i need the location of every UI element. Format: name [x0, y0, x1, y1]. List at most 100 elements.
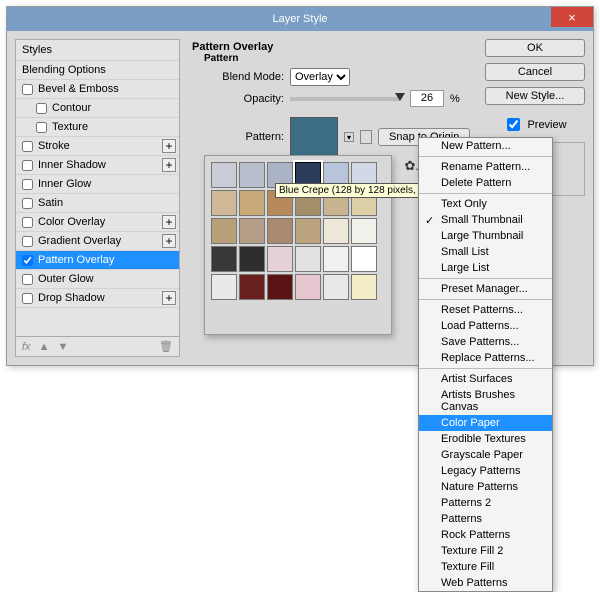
pattern-swatch-item[interactable]: [267, 246, 293, 272]
pattern-swatch-item[interactable]: [239, 246, 265, 272]
pattern-flyout-menu: New Pattern... Rename Pattern...Delete Pa…: [418, 137, 553, 592]
menu-item[interactable]: Save Patterns...: [419, 334, 552, 350]
menu-item[interactable]: Artist Surfaces: [419, 371, 552, 387]
style-checkbox[interactable]: [22, 274, 33, 285]
pattern-swatch[interactable]: [290, 117, 338, 157]
pattern-dropdown-icon[interactable]: ▾: [344, 132, 354, 142]
menu-item[interactable]: Reset Patterns...: [419, 302, 552, 318]
style-row-inner-shadow[interactable]: Inner Shadow+: [16, 156, 179, 175]
menu-item[interactable]: Preset Manager...: [419, 281, 552, 297]
pattern-swatch-item[interactable]: [295, 246, 321, 272]
add-effect-icon[interactable]: +: [162, 139, 176, 153]
pattern-swatch-item[interactable]: [239, 190, 265, 216]
style-checkbox[interactable]: [22, 217, 33, 228]
add-effect-icon[interactable]: +: [162, 291, 176, 305]
style-checkbox[interactable]: [22, 198, 33, 209]
styles-header[interactable]: Styles: [16, 40, 179, 61]
menu-item[interactable]: Nature Patterns: [419, 479, 552, 495]
style-row-contour[interactable]: Contour: [16, 99, 179, 118]
menu-item[interactable]: Artists Brushes Canvas: [419, 387, 552, 415]
pattern-swatch-item[interactable]: [295, 218, 321, 244]
menu-item[interactable]: Patterns: [419, 511, 552, 527]
style-checkbox[interactable]: [22, 141, 33, 152]
new-preset-icon[interactable]: [360, 130, 372, 144]
blending-options[interactable]: Blending Options: [16, 61, 179, 80]
style-checkbox[interactable]: [22, 179, 33, 190]
menu-item[interactable]: Delete Pattern: [419, 175, 552, 191]
arrow-down-icon[interactable]: ▼: [57, 341, 68, 353]
pattern-swatch-item[interactable]: [323, 246, 349, 272]
menu-item[interactable]: Patterns 2: [419, 495, 552, 511]
menu-item[interactable]: Large List: [419, 260, 552, 276]
menu-item[interactable]: Large Thumbnail: [419, 228, 552, 244]
style-checkbox[interactable]: [22, 84, 33, 95]
menu-item[interactable]: Texture Fill 2: [419, 543, 552, 559]
pattern-swatch-item[interactable]: [211, 162, 237, 188]
style-checkbox[interactable]: [22, 160, 33, 171]
trash-icon[interactable]: 🗑: [159, 340, 173, 353]
gear-icon[interactable]: ✿.: [404, 158, 419, 174]
style-row-pattern-overlay[interactable]: Pattern Overlay: [16, 251, 179, 270]
menu-item[interactable]: Erodible Textures: [419, 431, 552, 447]
ok-button[interactable]: OK: [485, 39, 585, 57]
cancel-button[interactable]: Cancel: [485, 63, 585, 81]
menu-item[interactable]: Rock Patterns: [419, 527, 552, 543]
pattern-swatch-item[interactable]: [295, 274, 321, 300]
menu-item[interactable]: Grayscale Paper: [419, 447, 552, 463]
new-style-button[interactable]: New Style...: [485, 87, 585, 105]
menu-item[interactable]: Rename Pattern...: [419, 159, 552, 175]
style-row-drop-shadow[interactable]: Drop Shadow+: [16, 289, 179, 308]
menu-item[interactable]: Load Patterns...: [419, 318, 552, 334]
menu-item[interactable]: Texture Fill: [419, 559, 552, 575]
menu-item[interactable]: Replace Patterns...: [419, 350, 552, 366]
opacity-value[interactable]: 26: [410, 90, 444, 107]
style-row-bevel-emboss[interactable]: Bevel & Emboss: [16, 80, 179, 99]
add-effect-icon[interactable]: +: [162, 215, 176, 229]
pattern-swatch-item[interactable]: [351, 274, 377, 300]
pattern-swatch-item[interactable]: [267, 274, 293, 300]
style-row-gradient-overlay[interactable]: Gradient Overlay+: [16, 232, 179, 251]
style-checkbox[interactable]: [22, 236, 33, 247]
fx-icon[interactable]: fx: [22, 341, 31, 353]
pattern-swatch-item[interactable]: [211, 274, 237, 300]
blend-mode-select[interactable]: Overlay: [290, 68, 350, 86]
style-row-inner-glow[interactable]: Inner Glow: [16, 175, 179, 194]
menu-item[interactable]: Legacy Patterns: [419, 463, 552, 479]
pattern-swatch-item[interactable]: [351, 218, 377, 244]
menu-item[interactable]: Text Only: [419, 196, 552, 212]
style-row-satin[interactable]: Satin: [16, 194, 179, 213]
add-effect-icon[interactable]: +: [162, 234, 176, 248]
menu-item[interactable]: Web Patterns: [419, 575, 552, 591]
style-row-outer-glow[interactable]: Outer Glow: [16, 270, 179, 289]
add-effect-icon[interactable]: +: [162, 158, 176, 172]
pattern-swatch-item[interactable]: [239, 218, 265, 244]
pattern-swatch-item[interactable]: [323, 218, 349, 244]
pattern-swatch-item[interactable]: [323, 274, 349, 300]
preview-checkbox[interactable]: Preview: [485, 115, 585, 134]
pattern-swatch-item[interactable]: [211, 218, 237, 244]
opacity-slider[interactable]: [290, 97, 400, 101]
pattern-swatch-item[interactable]: [267, 218, 293, 244]
menu-item[interactable]: Small Thumbnail✓: [419, 212, 552, 228]
titlebar[interactable]: Layer Style ×: [7, 7, 593, 31]
menu-item[interactable]: New Pattern...: [419, 138, 552, 154]
style-row-color-overlay[interactable]: Color Overlay+: [16, 213, 179, 232]
style-checkbox[interactable]: [36, 103, 47, 114]
menu-item[interactable]: Small List: [419, 244, 552, 260]
pattern-swatch-item[interactable]: [351, 246, 377, 272]
pattern-swatch-item[interactable]: [211, 246, 237, 272]
pattern-swatch-item[interactable]: [211, 190, 237, 216]
close-button[interactable]: ×: [551, 7, 593, 27]
pattern-picker-popup: ✿.: [204, 155, 392, 335]
style-checkbox[interactable]: [22, 293, 33, 304]
style-checkbox[interactable]: [22, 255, 33, 266]
arrow-up-icon[interactable]: ▲: [39, 341, 50, 353]
style-row-stroke[interactable]: Stroke+: [16, 137, 179, 156]
pattern-swatch-item[interactable]: [239, 274, 265, 300]
style-checkbox[interactable]: [36, 122, 47, 133]
menu-item[interactable]: Color Paper: [419, 415, 552, 431]
style-row-texture[interactable]: Texture: [16, 118, 179, 137]
pattern-label: Pattern:: [216, 131, 284, 143]
styles-panel: Styles Blending Options Bevel & EmbossCo…: [15, 39, 180, 357]
pattern-swatch-item[interactable]: [239, 162, 265, 188]
